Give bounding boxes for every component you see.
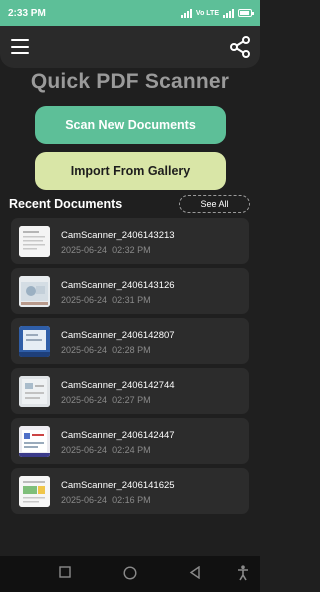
signal-icon [180, 8, 192, 18]
document-date: 2025-06-24 02:16 PM [61, 495, 151, 505]
document-item[interactable]: CamScanner_2406143126 2025-06-24 02:31 P… [11, 268, 249, 314]
document-date: 2025-06-24 02:24 PM [61, 445, 151, 455]
document-item[interactable]: CamScanner_2406142807 2025-06-24 02:28 P… [11, 318, 249, 364]
document-name: CamScanner_2406142807 [61, 330, 175, 341]
recent-documents-list: CamScanner_2406143213 2025-06-24 02:32 P… [11, 218, 249, 518]
hamburger-menu-icon[interactable] [11, 39, 29, 54]
document-thumbnail [19, 426, 50, 457]
accessibility-icon[interactable] [237, 565, 249, 581]
scan-new-documents-button[interactable]: Scan New Documents [35, 106, 226, 144]
status-icons: Vo LTE [180, 8, 254, 18]
app-title: Quick PDF Scanner [30, 70, 230, 93]
document-thumbnail [19, 476, 50, 507]
home-circle-icon[interactable] [123, 566, 137, 580]
document-thumbnail [19, 326, 50, 357]
system-navigation-bar [0, 556, 260, 592]
volte-icon: Vo LTE [195, 9, 219, 17]
document-item[interactable]: CamScanner_2406142744 2025-06-24 02:27 P… [11, 368, 249, 414]
document-name: CamScanner_2406143213 [61, 230, 175, 241]
import-from-gallery-button[interactable]: Import From Gallery [35, 152, 226, 190]
document-date: 2025-06-24 02:27 PM [61, 395, 151, 405]
document-date: 2025-06-24 02:31 PM [61, 295, 151, 305]
battery-icon [238, 9, 254, 17]
signal-icon [223, 8, 234, 18]
document-date: 2025-06-24 02:28 PM [61, 345, 151, 355]
document-thumbnail [19, 276, 50, 307]
recents-square-icon[interactable] [59, 566, 71, 578]
document-name: CamScanner_2406142744 [61, 380, 175, 391]
document-date: 2025-06-24 02:32 PM [61, 245, 151, 255]
document-name: CamScanner_2406141625 [61, 480, 175, 491]
back-triangle-icon[interactable] [189, 566, 201, 579]
document-item[interactable]: CamScanner_2406142447 2025-06-24 02:24 P… [11, 418, 249, 464]
see-all-button[interactable]: See All [179, 195, 250, 213]
status-bar: 2:33 PM Vo LTE [0, 0, 260, 26]
document-thumbnail [19, 376, 50, 407]
status-time: 2:33 PM [8, 7, 46, 19]
app-bar [0, 26, 260, 68]
document-name: CamScanner_2406142447 [61, 430, 175, 441]
document-thumbnail [19, 226, 50, 257]
document-item[interactable]: CamScanner_2406143213 2025-06-24 02:32 P… [11, 218, 249, 264]
document-item[interactable]: CamScanner_2406141625 2025-06-24 02:16 P… [11, 468, 249, 514]
share-icon[interactable] [228, 35, 252, 59]
document-name: CamScanner_2406143126 [61, 280, 175, 291]
recent-documents-heading: Recent Documents [9, 197, 123, 211]
